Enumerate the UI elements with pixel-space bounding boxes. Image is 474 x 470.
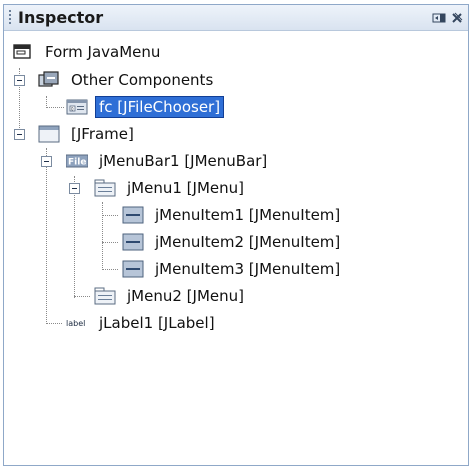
menubar-icon: File	[66, 154, 88, 168]
collapse-toggle-icon[interactable]	[14, 75, 25, 86]
collapse-toggle-icon[interactable]	[14, 129, 25, 140]
tree-node-jlabel1[interactable]: label jLabel1 [JLabel]	[66, 311, 218, 335]
collapse-toggle-icon[interactable]	[69, 183, 80, 194]
tree-node-label: Form JavaMenu	[45, 43, 161, 61]
minimize-window-icon[interactable]	[432, 11, 446, 25]
tree-connector	[102, 215, 118, 216]
tree-node-jframe[interactable]: [JFrame]	[38, 122, 137, 146]
menu-item-icon	[122, 260, 144, 278]
file-chooser-icon: 0	[66, 99, 88, 115]
tree-connector	[74, 296, 90, 297]
label-badge: label	[66, 319, 85, 328]
tree-node-label: Other Components	[71, 71, 214, 89]
menu-item-icon	[122, 233, 144, 251]
tree-node-jmenu2[interactable]: jMenu2 [JMenu]	[94, 284, 247, 308]
tree-node-label-selected: fc [JFileChooser]	[94, 96, 225, 118]
tree-node-form[interactable]: Form JavaMenu	[12, 40, 163, 64]
tree-node-label: jLabel1 [JLabel]	[99, 314, 215, 332]
tree-node-label: jMenuItem3 [JMenuItem]	[155, 260, 341, 278]
tree-connector	[102, 202, 103, 270]
menu-icon	[94, 287, 116, 305]
tree-node-jmenu1[interactable]: jMenu1 [JMenu]	[94, 176, 247, 200]
tree-connector	[102, 269, 118, 270]
close-icon[interactable]	[450, 11, 464, 25]
tree-node-label: jMenu2 [JMenu]	[127, 287, 244, 305]
tree-node-jmenuitem2[interactable]: jMenuItem2 [JMenuItem]	[122, 230, 343, 254]
tree-connector	[46, 148, 47, 324]
panel-title: Inspector	[18, 8, 104, 27]
components-folder-icon	[38, 71, 59, 87]
tree-node-jmenuitem3[interactable]: jMenuItem3 [JMenuItem]	[122, 257, 343, 281]
tree-node-label: jMenuItem1 [JMenuItem]	[155, 206, 341, 224]
label-component-icon: label	[66, 319, 85, 328]
tree-connector	[102, 242, 118, 243]
tree-node-label: [JFrame]	[71, 125, 134, 143]
frame-icon	[38, 125, 60, 143]
tree-node-jmenuitem1[interactable]: jMenuItem1 [JMenuItem]	[122, 203, 343, 227]
inspector-panel: Inspector Form JavaMenu Other Components…	[0, 0, 474, 470]
tree-node-label: jMenuItem2 [JMenuItem]	[155, 233, 341, 251]
form-icon	[13, 44, 31, 59]
tree-connector	[74, 176, 75, 298]
collapse-toggle-icon[interactable]	[41, 156, 52, 167]
tree-node-label: jMenu1 [JMenu]	[127, 179, 244, 197]
drag-grip-icon[interactable]	[9, 10, 12, 26]
menubar-badge: File	[68, 158, 86, 168]
menu-item-icon	[122, 206, 144, 224]
tree-node-jmenubar1[interactable]: File jMenuBar1 [JMenuBar]	[66, 149, 270, 173]
tree-connector	[46, 323, 62, 324]
inspector-titlebar[interactable]: Inspector	[4, 5, 468, 31]
tree-node-label: jMenuBar1 [JMenuBar]	[99, 152, 268, 170]
component-tree[interactable]: Form JavaMenu Other Components 0 fc [JFi…	[4, 32, 468, 465]
menu-icon	[94, 179, 116, 197]
tree-node-fc-selected[interactable]: 0 fc [JFileChooser]	[66, 95, 225, 119]
tree-connector	[46, 107, 64, 108]
tree-node-other-components[interactable]: Other Components	[38, 68, 216, 92]
inspector-frame: Inspector Form JavaMenu Other Components…	[3, 4, 469, 466]
